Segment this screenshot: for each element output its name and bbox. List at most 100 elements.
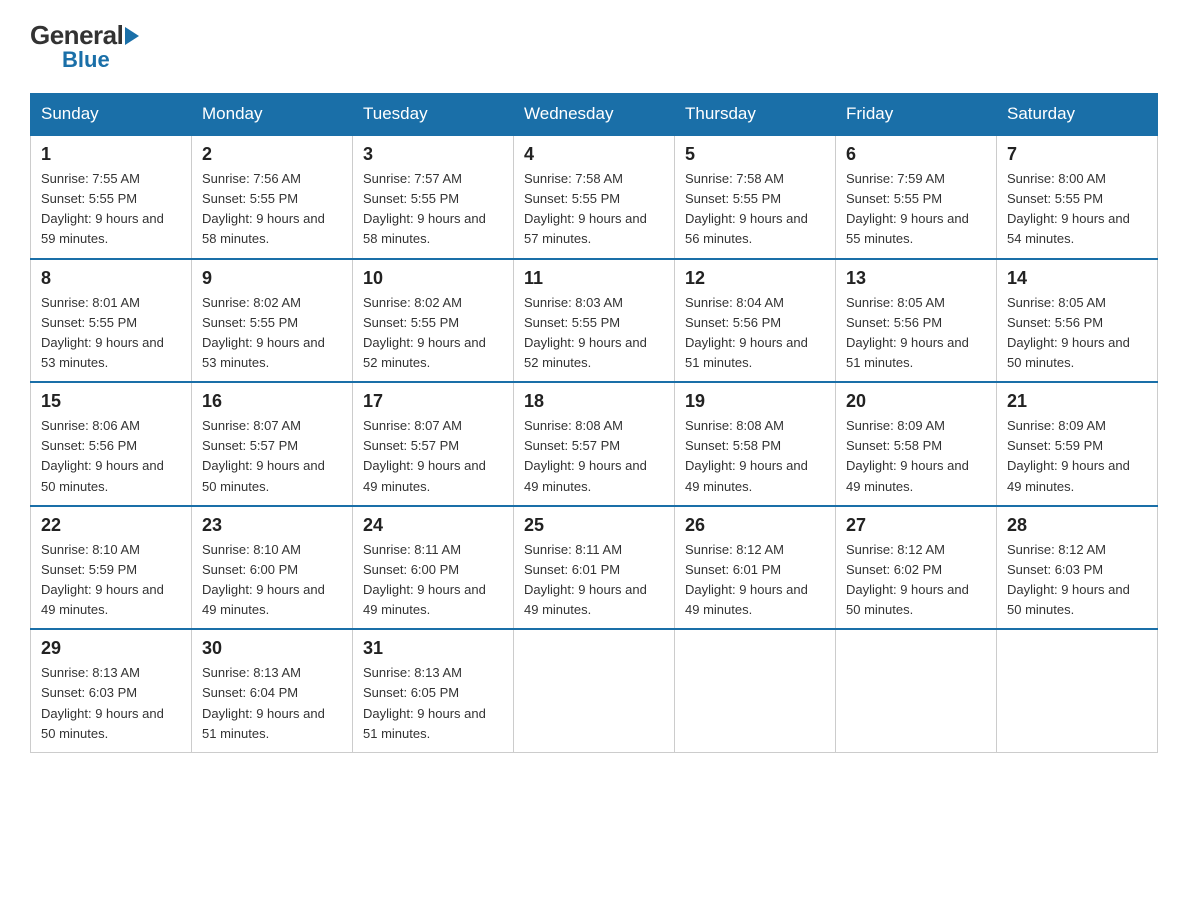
table-row: 31 Sunrise: 8:13 AMSunset: 6:05 PMDayligh… [353,629,514,752]
page-header: General Blue [30,20,1158,73]
logo-arrow-icon [125,27,139,45]
day-number: 20 [846,391,986,412]
day-info: Sunrise: 8:11 AMSunset: 6:01 PMDaylight:… [524,540,664,621]
table-row: 15 Sunrise: 8:06 AMSunset: 5:56 PMDayligh… [31,382,192,506]
day-number: 21 [1007,391,1147,412]
day-info: Sunrise: 8:10 AMSunset: 5:59 PMDaylight:… [41,540,181,621]
day-info: Sunrise: 8:08 AMSunset: 5:57 PMDaylight:… [524,416,664,497]
calendar-table: SundayMondayTuesdayWednesdayThursdayFrid… [30,93,1158,753]
table-row: 3 Sunrise: 7:57 AMSunset: 5:55 PMDaylight… [353,135,514,259]
table-row: 20Sunrise: 8:09 AMSunset: 5:58 PMDayligh… [836,382,997,506]
table-row: 28 Sunrise: 8:12 AMSunset: 6:03 PMDayligh… [997,506,1158,630]
day-info: Sunrise: 8:00 AMSunset: 5:55 PMDaylight:… [1007,169,1147,250]
table-row: 13 Sunrise: 8:05 AMSunset: 5:56 PMDayligh… [836,259,997,383]
table-row: 14Sunrise: 8:05 AMSunset: 5:56 PMDayligh… [997,259,1158,383]
table-row: 7 Sunrise: 8:00 AMSunset: 5:55 PMDaylight… [997,135,1158,259]
week-row-4: 22 Sunrise: 8:10 AMSunset: 5:59 PMDayligh… [31,506,1158,630]
day-number: 13 [846,268,986,289]
table-row: 11Sunrise: 8:03 AMSunset: 5:55 PMDayligh… [514,259,675,383]
table-row: 9 Sunrise: 8:02 AMSunset: 5:55 PMDaylight… [192,259,353,383]
table-row: 26 Sunrise: 8:12 AMSunset: 6:01 PMDayligh… [675,506,836,630]
day-info: Sunrise: 8:02 AMSunset: 5:55 PMDaylight:… [363,293,503,374]
week-row-3: 15 Sunrise: 8:06 AMSunset: 5:56 PMDayligh… [31,382,1158,506]
day-number: 10 [363,268,503,289]
day-number: 7 [1007,144,1147,165]
day-number: 9 [202,268,342,289]
day-number: 23 [202,515,342,536]
day-info: Sunrise: 8:01 AMSunset: 5:55 PMDaylight:… [41,293,181,374]
week-row-1: 1 Sunrise: 7:55 AMSunset: 5:55 PMDaylight… [31,135,1158,259]
day-info: Sunrise: 7:59 AMSunset: 5:55 PMDaylight:… [846,169,986,250]
day-number: 31 [363,638,503,659]
day-number: 8 [41,268,181,289]
day-info: Sunrise: 8:11 AMSunset: 6:00 PMDaylight:… [363,540,503,621]
table-row: 22 Sunrise: 8:10 AMSunset: 5:59 PMDayligh… [31,506,192,630]
day-info: Sunrise: 8:07 AMSunset: 5:57 PMDaylight:… [202,416,342,497]
table-row [514,629,675,752]
logo: General Blue [30,20,139,73]
logo-blue: Blue [62,47,139,73]
day-number: 4 [524,144,664,165]
table-row: 25 Sunrise: 8:11 AMSunset: 6:01 PMDayligh… [514,506,675,630]
table-row: 8 Sunrise: 8:01 AMSunset: 5:55 PMDaylight… [31,259,192,383]
day-info: Sunrise: 8:08 AMSunset: 5:58 PMDaylight:… [685,416,825,497]
day-number: 17 [363,391,503,412]
table-row: 10 Sunrise: 8:02 AMSunset: 5:55 PMDayligh… [353,259,514,383]
day-number: 26 [685,515,825,536]
day-number: 22 [41,515,181,536]
day-number: 12 [685,268,825,289]
day-info: Sunrise: 8:13 AMSunset: 6:05 PMDaylight:… [363,663,503,744]
table-row: 18 Sunrise: 8:08 AMSunset: 5:57 PMDayligh… [514,382,675,506]
day-number: 1 [41,144,181,165]
day-info: Sunrise: 8:05 AMSunset: 5:56 PMDaylight:… [846,293,986,374]
table-row: 2Sunrise: 7:56 AMSunset: 5:55 PMDaylight… [192,135,353,259]
day-number: 24 [363,515,503,536]
header-saturday: Saturday [997,94,1158,136]
day-number: 14 [1007,268,1147,289]
day-number: 19 [685,391,825,412]
table-row: 17 Sunrise: 8:07 AMSunset: 5:57 PMDayligh… [353,382,514,506]
day-info: Sunrise: 8:09 AMSunset: 5:59 PMDaylight:… [1007,416,1147,497]
table-row: 5 Sunrise: 7:58 AMSunset: 5:55 PMDaylight… [675,135,836,259]
table-row: 30Sunrise: 8:13 AMSunset: 6:04 PMDayligh… [192,629,353,752]
table-row: 29 Sunrise: 8:13 AMSunset: 6:03 PMDayligh… [31,629,192,752]
day-info: Sunrise: 8:06 AMSunset: 5:56 PMDaylight:… [41,416,181,497]
day-number: 28 [1007,515,1147,536]
header-wednesday: Wednesday [514,94,675,136]
day-info: Sunrise: 7:55 AMSunset: 5:55 PMDaylight:… [41,169,181,250]
week-row-2: 8 Sunrise: 8:01 AMSunset: 5:55 PMDaylight… [31,259,1158,383]
day-info: Sunrise: 8:02 AMSunset: 5:55 PMDaylight:… [202,293,342,374]
day-info: Sunrise: 8:12 AMSunset: 6:01 PMDaylight:… [685,540,825,621]
table-row: 24 Sunrise: 8:11 AMSunset: 6:00 PMDayligh… [353,506,514,630]
header-sunday: Sunday [31,94,192,136]
table-row: 6Sunrise: 7:59 AMSunset: 5:55 PMDaylight… [836,135,997,259]
day-number: 5 [685,144,825,165]
calendar-header-row: SundayMondayTuesdayWednesdayThursdayFrid… [31,94,1158,136]
day-number: 25 [524,515,664,536]
table-row [997,629,1158,752]
day-info: Sunrise: 7:57 AMSunset: 5:55 PMDaylight:… [363,169,503,250]
day-info: Sunrise: 8:12 AMSunset: 6:02 PMDaylight:… [846,540,986,621]
day-number: 3 [363,144,503,165]
header-tuesday: Tuesday [353,94,514,136]
table-row: 12 Sunrise: 8:04 AMSunset: 5:56 PMDayligh… [675,259,836,383]
day-info: Sunrise: 8:13 AMSunset: 6:03 PMDaylight:… [41,663,181,744]
header-friday: Friday [836,94,997,136]
table-row: 23 Sunrise: 8:10 AMSunset: 6:00 PMDayligh… [192,506,353,630]
day-info: Sunrise: 8:07 AMSunset: 5:57 PMDaylight:… [363,416,503,497]
day-info: Sunrise: 8:12 AMSunset: 6:03 PMDaylight:… [1007,540,1147,621]
day-info: Sunrise: 8:03 AMSunset: 5:55 PMDaylight:… [524,293,664,374]
day-info: Sunrise: 8:04 AMSunset: 5:56 PMDaylight:… [685,293,825,374]
table-row: 27Sunrise: 8:12 AMSunset: 6:02 PMDayligh… [836,506,997,630]
header-monday: Monday [192,94,353,136]
day-number: 15 [41,391,181,412]
day-info: Sunrise: 7:58 AMSunset: 5:55 PMDaylight:… [685,169,825,250]
table-row: 21 Sunrise: 8:09 AMSunset: 5:59 PMDayligh… [997,382,1158,506]
day-number: 29 [41,638,181,659]
table-row: 19 Sunrise: 8:08 AMSunset: 5:58 PMDayligh… [675,382,836,506]
day-number: 2 [202,144,342,165]
day-info: Sunrise: 8:10 AMSunset: 6:00 PMDaylight:… [202,540,342,621]
day-number: 18 [524,391,664,412]
week-row-5: 29 Sunrise: 8:13 AMSunset: 6:03 PMDayligh… [31,629,1158,752]
day-number: 16 [202,391,342,412]
